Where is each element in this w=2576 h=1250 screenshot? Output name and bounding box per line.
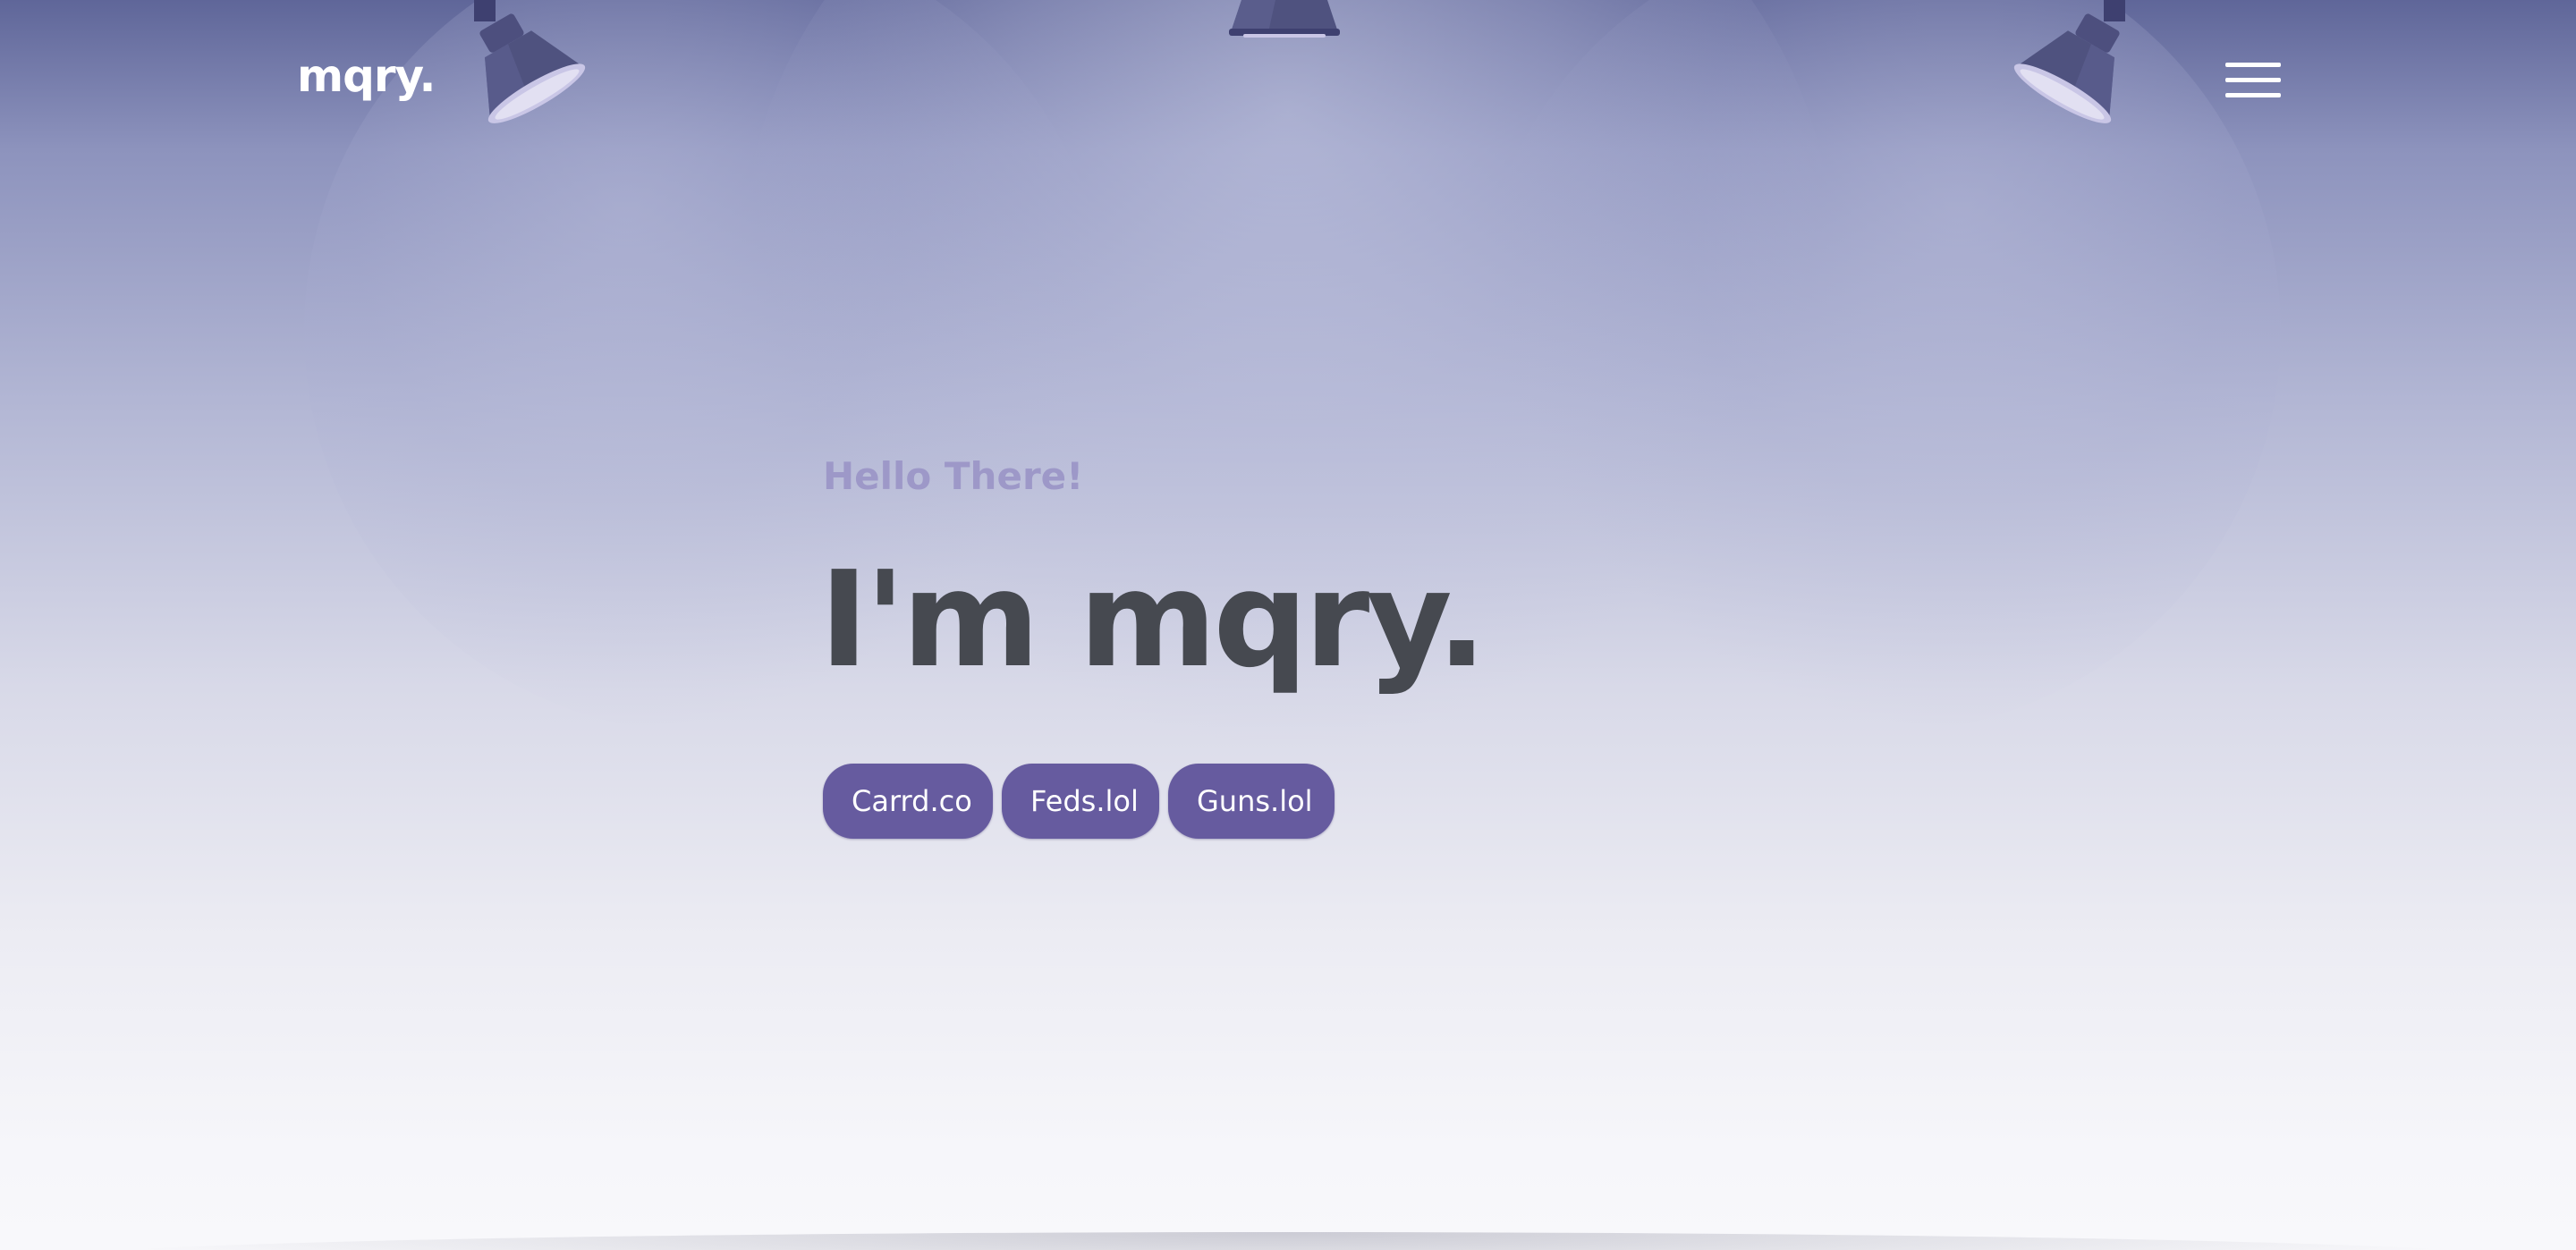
hero-headline: I'm mqry.	[819, 543, 1487, 697]
spotlight-center-icon	[1229, 0, 1340, 38]
menu-line	[2225, 63, 2281, 67]
link-button-feds[interactable]: Feds.lol	[1002, 764, 1159, 839]
spotlight-left-icon	[474, 0, 586, 123]
link-button-guns[interactable]: Guns.lol	[1168, 764, 1335, 839]
menu-line	[2225, 78, 2281, 82]
hamburger-menu-icon[interactable]	[2225, 59, 2281, 104]
menu-line	[2225, 93, 2281, 97]
spotlight-right-icon	[2013, 0, 2125, 123]
profile-links: Carrd.co Feds.lol Guns.lol	[823, 764, 1335, 839]
site-logo[interactable]: mqry.	[297, 54, 436, 98]
hero-greeting: Hello There!	[823, 454, 1084, 498]
spotlight-glow-right	[1476, 0, 2281, 733]
link-button-carrd[interactable]: Carrd.co	[823, 764, 993, 839]
floor-shadow	[54, 1232, 2522, 1250]
